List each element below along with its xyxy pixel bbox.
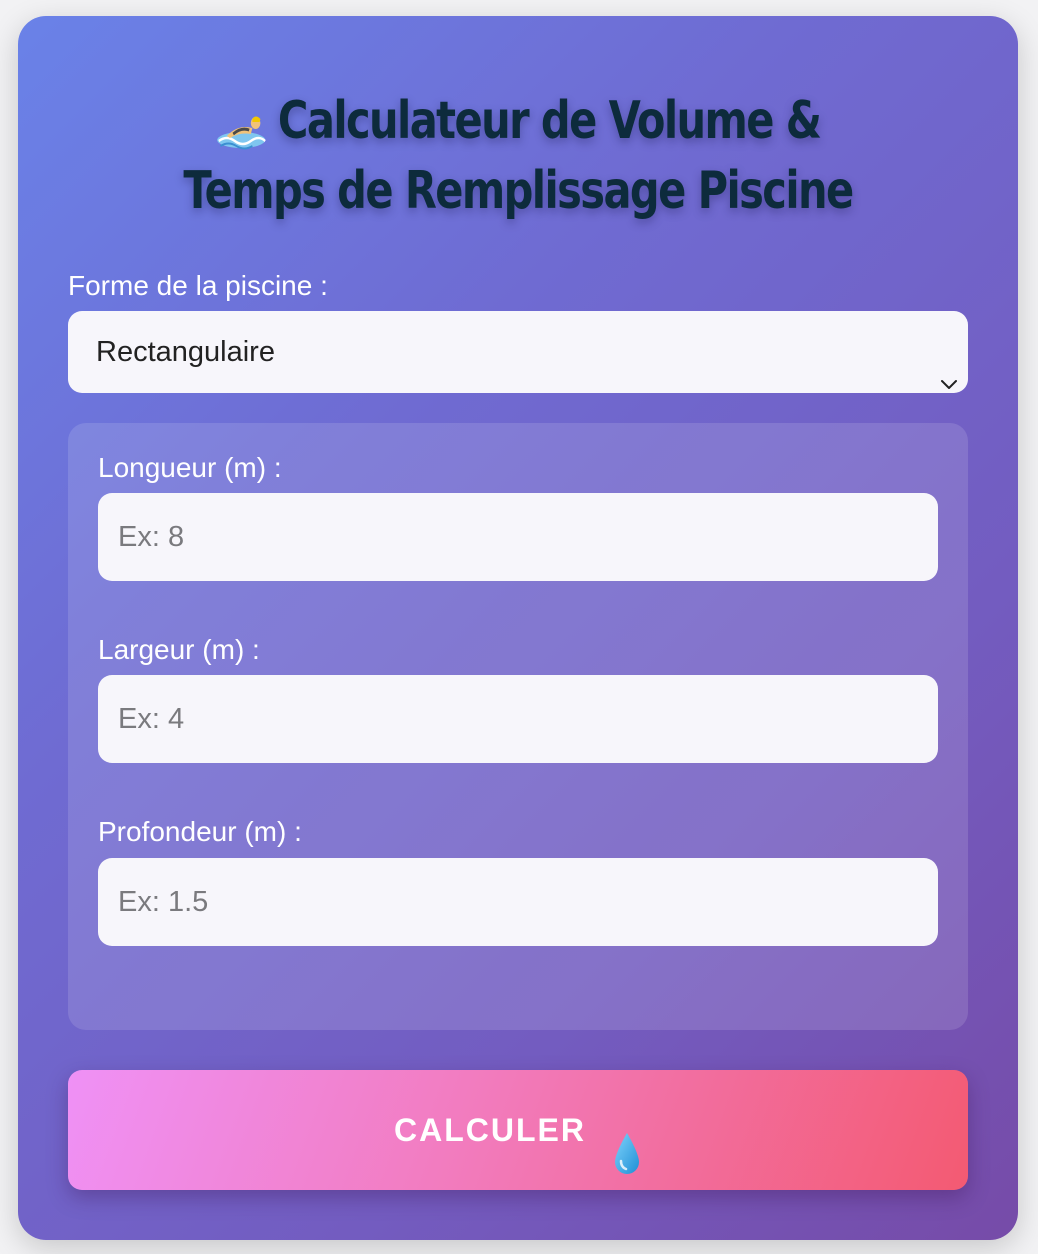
swimmer-icon — [216, 98, 267, 150]
width-label: Largeur (m) : — [98, 634, 260, 665]
chevron-down-icon — [938, 342, 960, 389]
dimensions-panel: Longueur (m) : Largeur (m) : Profondeur … — [68, 423, 968, 1030]
depth-input[interactable] — [98, 858, 938, 946]
width-input[interactable] — [98, 675, 938, 763]
depth-label: Profondeur (m) : — [98, 816, 302, 847]
calculate-button[interactable]: CALCULER — [68, 1070, 968, 1190]
calculator-card: Calculateur de Volume & Temps de Remplis… — [18, 16, 1018, 1240]
shape-label: Forme de la piscine : — [68, 270, 328, 301]
shape-select[interactable]: Rectangulaire — [68, 311, 968, 393]
page-title: Calculateur de Volume & Temps de Remplis… — [150, 86, 886, 226]
title-text: Calculateur de Volume & Temps de Remplis… — [183, 91, 854, 221]
water-drop-icon — [612, 1106, 642, 1174]
length-label: Longueur (m) : — [98, 452, 282, 483]
shape-select-value: Rectangulaire — [96, 336, 275, 368]
length-input[interactable] — [98, 493, 938, 581]
calculate-button-label: CALCULER — [394, 1112, 586, 1148]
